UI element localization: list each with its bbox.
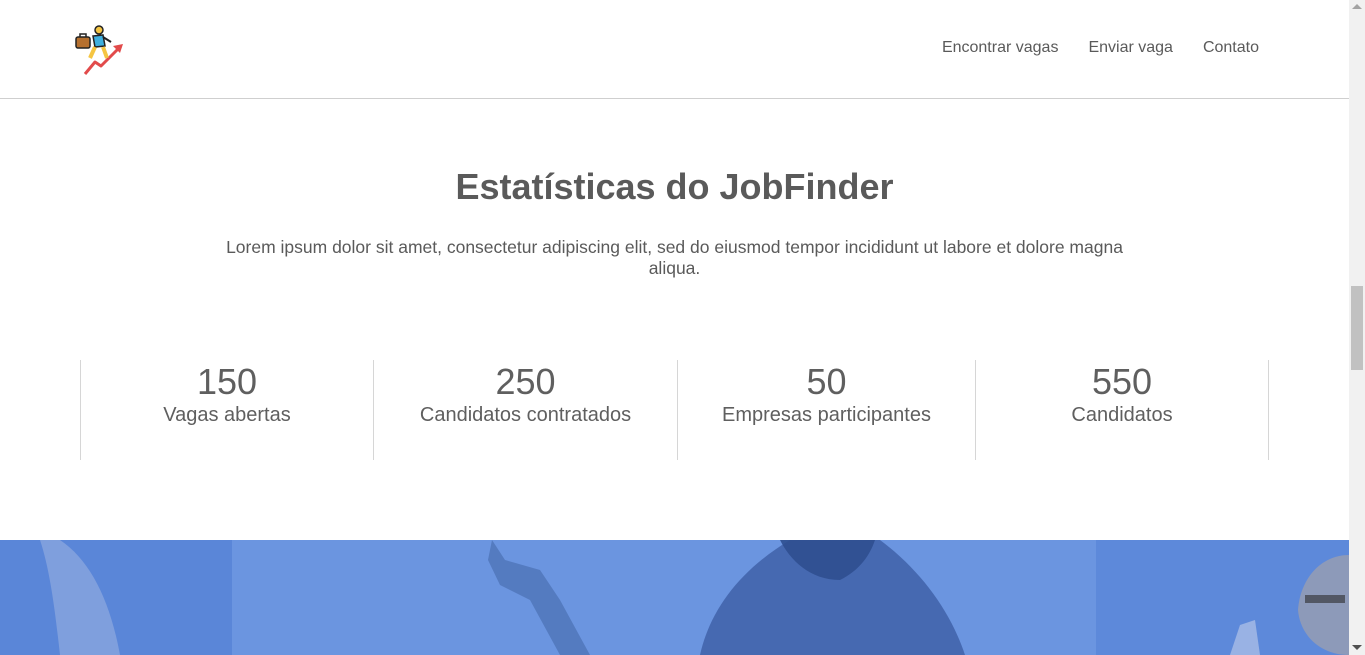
stat-empresas-participantes: 50 Empresas participantes xyxy=(677,360,975,460)
nav-contato[interactable]: Contato xyxy=(1203,38,1259,58)
scrollbar-thumb[interactable] xyxy=(1351,286,1363,370)
nav-encontrar-vagas[interactable]: Encontrar vagas xyxy=(942,38,1059,58)
climbing-career-icon xyxy=(75,25,123,75)
stat-label: Empresas participantes xyxy=(722,404,931,426)
stat-label: Candidatos contratados xyxy=(419,404,632,426)
nav-enviar-vaga[interactable]: Enviar vaga xyxy=(1088,38,1173,58)
site-logo[interactable] xyxy=(73,22,127,76)
stat-candidatos-contratados: 250 Candidatos contratados xyxy=(373,360,677,460)
main-nav: Encontrar vagas Enviar vaga Contato xyxy=(942,38,1259,58)
stat-label: Vagas abertas xyxy=(163,404,291,426)
stat-value: 50 xyxy=(806,361,847,402)
stat-value: 150 xyxy=(196,361,258,402)
section-title: Estatísticas do JobFinder xyxy=(455,166,894,207)
page: Encontrar vagas Enviar vaga Contato Esta… xyxy=(0,0,1349,655)
section-description: Lorem ipsum dolor sit amet, consectetur … xyxy=(226,237,1123,278)
stat-value: 250 xyxy=(495,361,556,402)
site-header: Encontrar vagas Enviar vaga Contato xyxy=(0,0,1349,99)
scroll-down-arrow-icon[interactable] xyxy=(1352,645,1362,650)
stat-label: Candidatos xyxy=(1071,404,1173,426)
stats-row: 150 Vagas abertas 250 Candidatos contrat… xyxy=(80,360,1269,460)
stat-candidatos: 550 Candidatos xyxy=(975,360,1269,460)
scroll-up-arrow-icon[interactable] xyxy=(1352,4,1362,9)
hero-banner-image xyxy=(0,540,1349,655)
people-photo-overlay xyxy=(40,540,1349,655)
stat-vagas-abertas: 150 Vagas abertas xyxy=(80,360,373,460)
stat-value: 550 xyxy=(1091,361,1153,402)
